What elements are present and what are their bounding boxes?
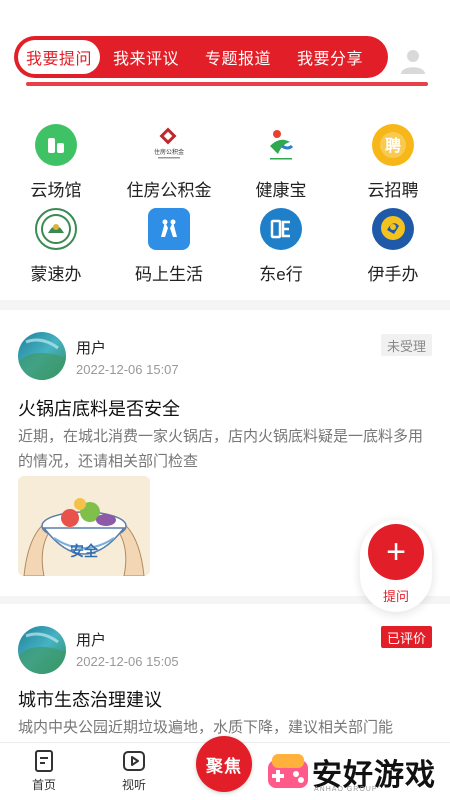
service-yishouban[interactable]: 伊手办 (338, 208, 448, 288)
section-divider (0, 300, 450, 310)
fab-label: 提问 (382, 589, 409, 604)
service-housing-fund[interactable]: 住房公积金 住房公积金 (114, 124, 224, 204)
recruit-icon: 聘 (372, 124, 414, 166)
post-card[interactable]: 用户 2022-12-06 15:05 已评价 城市生态治理建议 城内中央公园近… (0, 604, 450, 744)
tab-ask[interactable]: 我要提问 (18, 40, 100, 74)
tab-review[interactable]: 我来评议 (100, 40, 192, 74)
status-badge: 未受理 (380, 334, 432, 356)
service-code-life[interactable]: 码上生活 (114, 208, 224, 288)
svg-text:聘: 聘 (385, 136, 401, 155)
post-timestamp: 2022-12-06 15:05 (76, 654, 179, 669)
watermark: 安好游戏 ANHAO GROUP (266, 748, 442, 798)
post-timestamp: 2022-12-06 15:07 (76, 362, 179, 377)
header: 我要提问 我来评议 专题报道 我要分享 (0, 0, 450, 92)
services-grid: 云场馆 住房公积金 住房公积金 健康宝 聘 云招聘 蒙速办 码上生活 东e行 伊… (0, 112, 450, 288)
tab-share[interactable]: 我要分享 (284, 40, 376, 74)
yishouban-icon (372, 208, 414, 250)
user-avatar-icon[interactable] (398, 46, 428, 76)
post-title[interactable]: 城市生态治理建议 (18, 686, 162, 712)
service-label: 住房公积金 (126, 181, 212, 200)
health-treasure-icon (260, 124, 302, 166)
mengsuban-icon (35, 208, 77, 250)
dong-e-xing-icon (260, 208, 302, 250)
status-badge: 已评价 (380, 626, 432, 648)
svg-text:安全: 安全 (70, 543, 99, 560)
nav-home[interactable]: 首页 (14, 749, 74, 793)
housing-fund-icon: 住房公积金 (148, 124, 190, 166)
service-cloud-venue[interactable]: 云场馆 (1, 124, 111, 204)
play-icon (123, 751, 145, 771)
post-body: 近期，在城北消费一家火锅店，店内火锅底料疑是一底料多用的情况，还请相关部门检查 (18, 428, 424, 470)
cloud-venue-icon (35, 124, 77, 166)
service-label: 云招聘 (367, 181, 419, 200)
service-health-treasure[interactable]: 健康宝 (226, 124, 336, 204)
gamepad-logo-icon (268, 754, 308, 788)
service-label: 云场馆 (30, 181, 82, 200)
ask-fab[interactable]: + 提问 (360, 520, 432, 612)
code-life-icon (148, 208, 190, 250)
service-label: 码上生活 (135, 265, 203, 284)
nav-label: 首页 (31, 778, 56, 792)
user-avatar[interactable] (18, 332, 66, 380)
service-label: 东e行 (259, 265, 303, 284)
post-title[interactable]: 火锅店底料是否安全 (18, 395, 180, 421)
service-label: 蒙速办 (30, 265, 82, 284)
service-recruit[interactable]: 聘 云招聘 (338, 124, 448, 204)
nav-label: 视听 (121, 778, 146, 792)
home-doc-icon (35, 750, 53, 772)
service-label: 健康宝 (255, 181, 307, 200)
post-image[interactable]: 安全 (18, 476, 150, 576)
post-username: 用户 (76, 340, 107, 357)
tab-special-report[interactable]: 专题报道 (192, 40, 284, 74)
nav-av[interactable]: 视听 (104, 749, 164, 793)
service-label: 伊手办 (367, 265, 419, 284)
tab-bar: 我要提问 我来评议 专题报道 我要分享 (14, 36, 388, 78)
plus-icon[interactable]: + (368, 524, 424, 580)
service-dong-e-xing[interactable]: 东e行 (226, 208, 336, 288)
focus-button[interactable]: 聚焦 (196, 736, 252, 792)
watermark-sub: ANHAO GROUP (314, 786, 378, 793)
post-username: 用户 (76, 632, 107, 649)
header-underline (26, 82, 428, 86)
service-mengsuban[interactable]: 蒙速办 (1, 208, 111, 288)
user-avatar[interactable] (18, 626, 66, 674)
svg-text:住房公积金: 住房公积金 (154, 148, 184, 156)
